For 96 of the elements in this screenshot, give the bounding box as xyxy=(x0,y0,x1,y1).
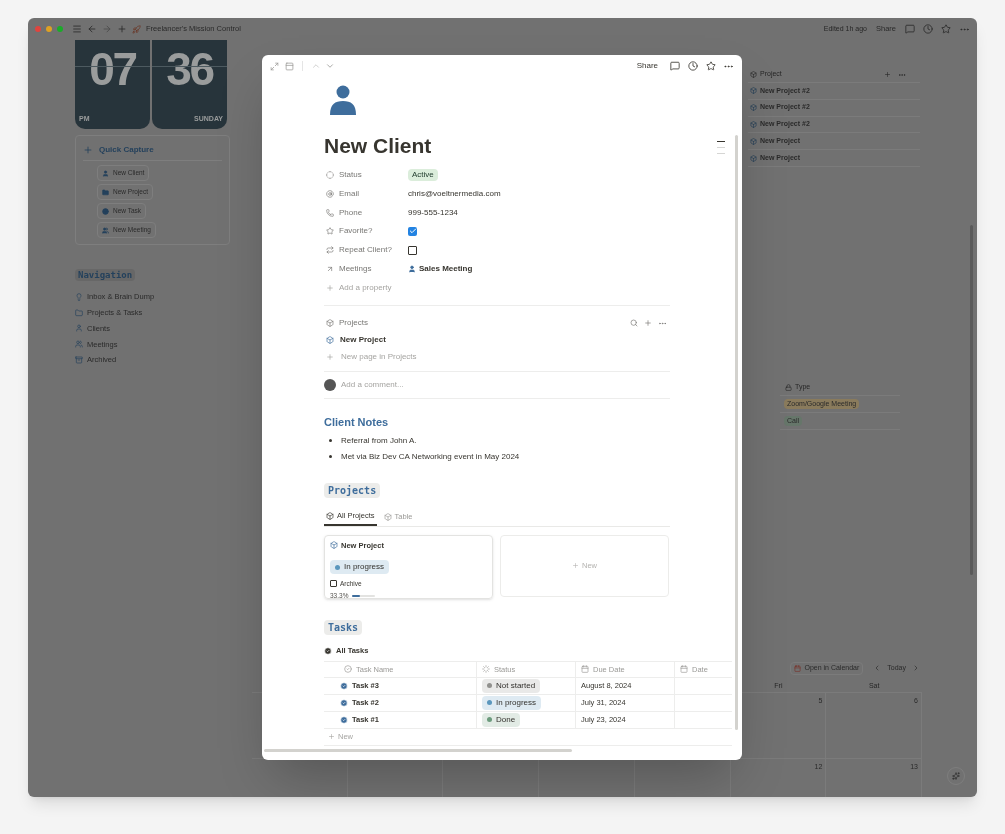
relation-link[interactable]: Sales Meeting xyxy=(408,262,473,275)
property-icon xyxy=(326,246,334,255)
relation-item[interactable]: New Project xyxy=(340,334,386,347)
avatar xyxy=(324,379,336,392)
plus-icon[interactable] xyxy=(884,71,891,78)
outline-marker[interactable] xyxy=(717,153,725,154)
note-text: Referral from John A. xyxy=(341,434,417,447)
property-icon xyxy=(326,208,334,217)
cube-icon xyxy=(326,511,334,520)
property-icon xyxy=(326,190,334,199)
clock-icon[interactable] xyxy=(688,61,698,71)
check-circle-icon xyxy=(324,646,332,655)
checkbox[interactable] xyxy=(408,226,417,236)
plus-icon xyxy=(572,562,579,570)
cube-icon xyxy=(326,319,334,328)
cube-icon xyxy=(750,154,757,162)
plus-icon xyxy=(326,353,334,362)
star-icon[interactable] xyxy=(941,24,951,34)
cube-icon xyxy=(330,541,338,550)
comment-icon[interactable] xyxy=(670,61,680,71)
clock-minute: 36 xyxy=(166,42,213,97)
back-icon[interactable] xyxy=(87,24,97,34)
bullet-icon xyxy=(329,455,332,459)
forward-icon[interactable] xyxy=(102,24,112,34)
nav-icon xyxy=(75,292,83,301)
plus-icon xyxy=(326,284,334,293)
comment-icon[interactable] xyxy=(905,24,915,34)
property-label[interactable]: Meetings xyxy=(339,262,372,275)
relation-title: Projects xyxy=(339,317,369,330)
property-icon xyxy=(326,171,334,180)
checkbox[interactable] xyxy=(330,580,337,588)
cube-icon xyxy=(750,71,757,78)
status-tag: Not started xyxy=(482,678,541,693)
calendar-icon xyxy=(794,665,802,672)
page-title: New Client xyxy=(324,133,433,159)
vertical-scrollbar[interactable] xyxy=(735,135,738,730)
clock-icon[interactable] xyxy=(923,24,933,34)
menu-icon[interactable] xyxy=(72,24,82,34)
expand-icon[interactable] xyxy=(270,61,279,71)
status-tag: In progress xyxy=(482,695,542,710)
nav-icon xyxy=(75,340,83,349)
bullet-icon xyxy=(329,439,332,443)
check-circle-icon xyxy=(340,715,348,724)
cube-icon xyxy=(750,87,757,95)
section-heading: Navigation xyxy=(75,269,136,281)
share-button[interactable]: Share xyxy=(636,60,658,72)
plus-icon xyxy=(328,733,335,741)
section-heading: Tasks xyxy=(324,619,363,635)
person-icon xyxy=(329,85,357,115)
status-tag: In progress xyxy=(330,560,390,575)
cube-icon xyxy=(750,137,757,145)
nav-icon xyxy=(75,356,83,365)
panel-icon[interactable] xyxy=(285,61,294,71)
plus-icon xyxy=(83,145,93,155)
property-label[interactable]: Phone xyxy=(339,206,363,219)
lock-icon xyxy=(785,384,792,391)
plus-icon[interactable] xyxy=(117,24,127,34)
cube-icon xyxy=(750,104,757,112)
property-label[interactable]: Repeat Client? xyxy=(339,244,392,257)
property-icon xyxy=(326,264,334,273)
cube-icon xyxy=(750,121,757,128)
quick-capture-title: Quick Capture xyxy=(99,144,154,156)
notes-heading: Client Notes xyxy=(324,415,390,431)
status-tag: Done xyxy=(482,712,521,727)
add-property-link[interactable]: Add a property xyxy=(339,282,392,295)
comment-field[interactable]: Add a comment... xyxy=(341,379,670,392)
nav-icon xyxy=(75,308,83,317)
sparkles-icon xyxy=(952,772,960,780)
property-value: 999-555-1234 xyxy=(408,206,458,219)
rocket-icon xyxy=(132,24,141,34)
checkbox[interactable] xyxy=(408,245,417,255)
chevron-up-icon[interactable] xyxy=(311,61,321,71)
new-page-link[interactable]: New page in Projects xyxy=(341,351,417,364)
search-icon[interactable] xyxy=(630,319,638,328)
section-heading: Projects xyxy=(324,482,381,498)
check-circle-icon xyxy=(340,681,348,690)
person-icon xyxy=(408,264,416,273)
property-label[interactable]: Favorite? xyxy=(339,225,373,238)
clock-hour: 07 xyxy=(89,42,136,97)
nav-icon xyxy=(75,324,83,333)
outline-marker[interactable] xyxy=(717,147,725,148)
note-text: Met via Biz Dev CA Networking event in May 2024 xyxy=(341,450,520,463)
cube-icon xyxy=(326,336,334,345)
chevron-down-icon[interactable] xyxy=(325,61,335,71)
property-label[interactable]: Email xyxy=(339,188,359,201)
property-value: chris@voeltnermedia.com xyxy=(408,188,501,201)
horizontal-scrollbar[interactable] xyxy=(264,749,572,752)
star-icon[interactable] xyxy=(706,61,716,71)
property-icon xyxy=(326,227,334,236)
plus-icon[interactable] xyxy=(644,319,652,328)
property-label[interactable]: Status xyxy=(339,169,362,182)
cube-icon xyxy=(383,512,392,521)
status-tag: Active xyxy=(408,169,438,182)
outline-marker[interactable] xyxy=(717,141,725,142)
chevron-right-icon[interactable] xyxy=(912,664,920,673)
check-circle-icon xyxy=(340,698,348,707)
